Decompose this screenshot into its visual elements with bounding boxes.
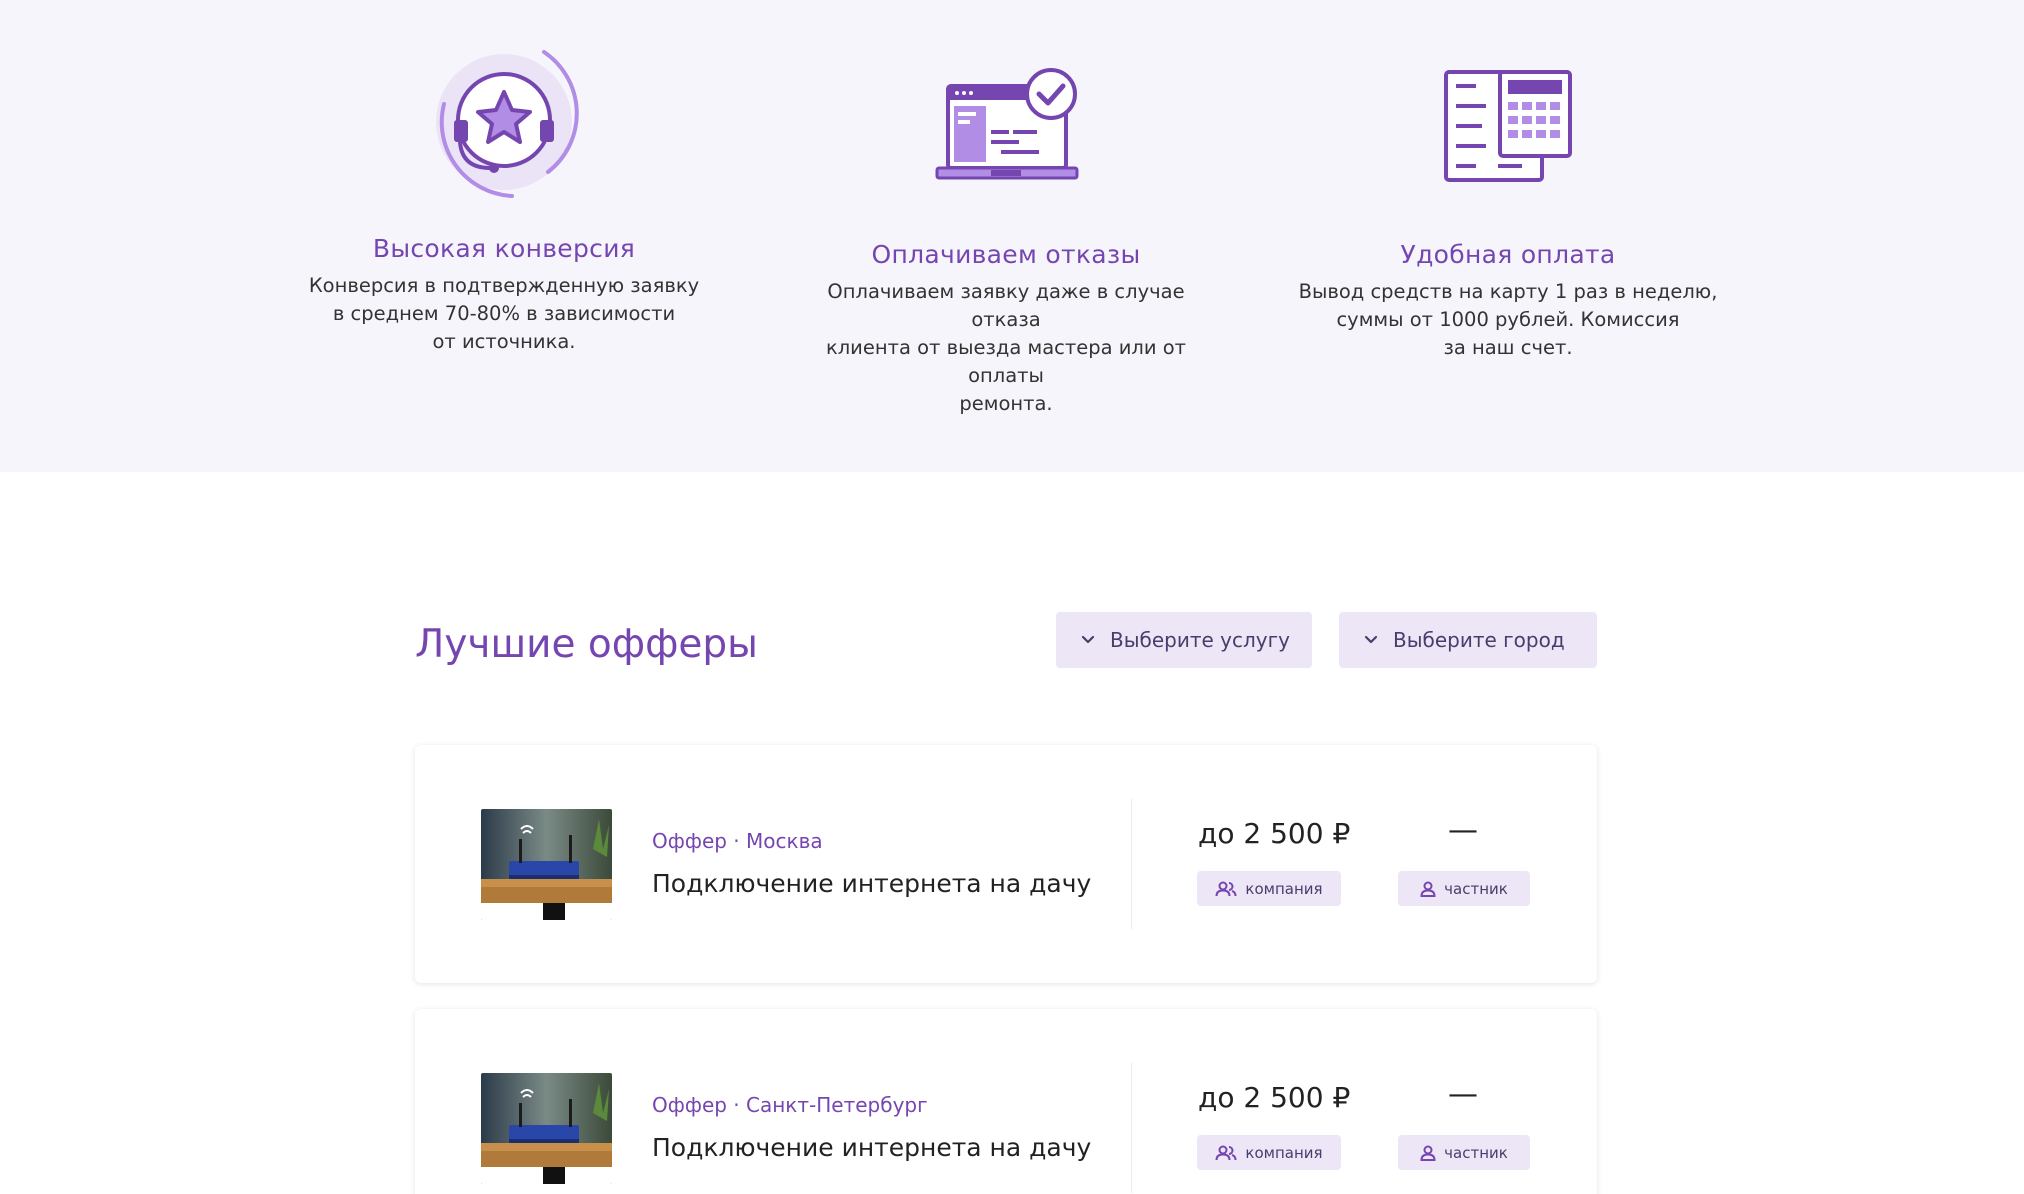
user-icon — [1420, 1145, 1436, 1161]
feature-refunds: Оплачиваем отказы Оплачиваем заявку даже… — [796, 0, 1216, 472]
feature-line: от источника. — [432, 330, 576, 353]
feature-line: за наш счет. — [1443, 336, 1573, 359]
laptop-check-icon — [931, 66, 1081, 186]
company-badge: компания — [1197, 871, 1341, 906]
company-badge-label: компания — [1245, 879, 1323, 898]
features-section: Высокая конверсия Конверсия в подтвержде… — [0, 0, 2024, 472]
calculator-document-icon — [1438, 66, 1578, 186]
company-badge: компания — [1197, 1135, 1341, 1170]
offer-thumbnail — [481, 1073, 612, 1184]
city-select-label: Выберите город — [1393, 628, 1565, 652]
feature-title: Удобная оплата — [1400, 240, 1616, 269]
user-icon — [1420, 881, 1436, 897]
offer-card[interactable]: Оффер · Санкт-Петербург Подключение инте… — [415, 1009, 1597, 1194]
offers-section-title: Лучшие офферы — [415, 622, 758, 667]
private-badge: частник — [1398, 1135, 1530, 1170]
users-icon — [1215, 1145, 1237, 1160]
offer-card[interactable]: Оффер · Москва Подключение интернета на … — [415, 745, 1597, 983]
offer-divider — [1131, 799, 1132, 929]
users-icon — [1215, 881, 1237, 896]
offer-name[interactable]: Подключение интернета на дачу — [652, 1133, 1091, 1162]
chevron-down-icon — [1081, 635, 1095, 644]
offer-thumbnail — [481, 809, 612, 920]
city-select[interactable]: Выберите город — [1339, 612, 1597, 668]
feature-payment: Удобная оплата Вывод средств на карту 1 … — [1298, 0, 1718, 472]
private-badge: частник — [1398, 871, 1530, 906]
service-select-label: Выберите услугу — [1110, 628, 1290, 652]
private-badge-label: частник — [1444, 879, 1508, 898]
feature-conversion: Высокая конверсия Конверсия в подтвержде… — [294, 0, 714, 472]
offer-company-price: до 2 500 ₽ — [1198, 1081, 1351, 1114]
feature-line: Оплачиваем заявку даже в случае отказа — [827, 280, 1185, 331]
headset-star-icon — [424, 46, 584, 206]
feature-description: Оплачиваем заявку даже в случае отказа к… — [796, 278, 1216, 418]
company-badge-label: компания — [1245, 1143, 1323, 1162]
offer-divider — [1131, 1063, 1132, 1193]
chevron-down-icon — [1364, 635, 1378, 644]
offer-meta: Оффер · Санкт-Петербург — [652, 1093, 928, 1117]
feature-description: Конверсия в подтвержденную заявку в сред… — [294, 272, 714, 356]
offer-private-price: — — [1448, 1077, 1478, 1112]
feature-line: Конверсия в подтвержденную заявку — [308, 274, 700, 297]
feature-line: суммы от 1000 рублей. Комиссия — [1336, 308, 1680, 331]
offer-company-price: до 2 500 ₽ — [1198, 817, 1351, 850]
feature-line: клиента от выезда мастера или от оплаты — [825, 336, 1187, 387]
feature-title: Высокая конверсия — [372, 234, 636, 263]
offer-name[interactable]: Подключение интернета на дачу — [652, 869, 1091, 898]
feature-title: Оплачиваем отказы — [871, 240, 1141, 269]
feature-line: Вывод средств на карту 1 раз в неделю, — [1298, 280, 1718, 303]
feature-line: в среднем 70-80% в зависимости — [332, 302, 676, 325]
service-select[interactable]: Выберите услугу — [1056, 612, 1312, 668]
feature-line: ремонта. — [959, 392, 1053, 415]
private-badge-label: частник — [1444, 1143, 1508, 1162]
offer-private-price: — — [1448, 813, 1478, 848]
offer-meta: Оффер · Москва — [652, 829, 823, 853]
feature-description: Вывод средств на карту 1 раз в неделю, с… — [1298, 278, 1718, 362]
